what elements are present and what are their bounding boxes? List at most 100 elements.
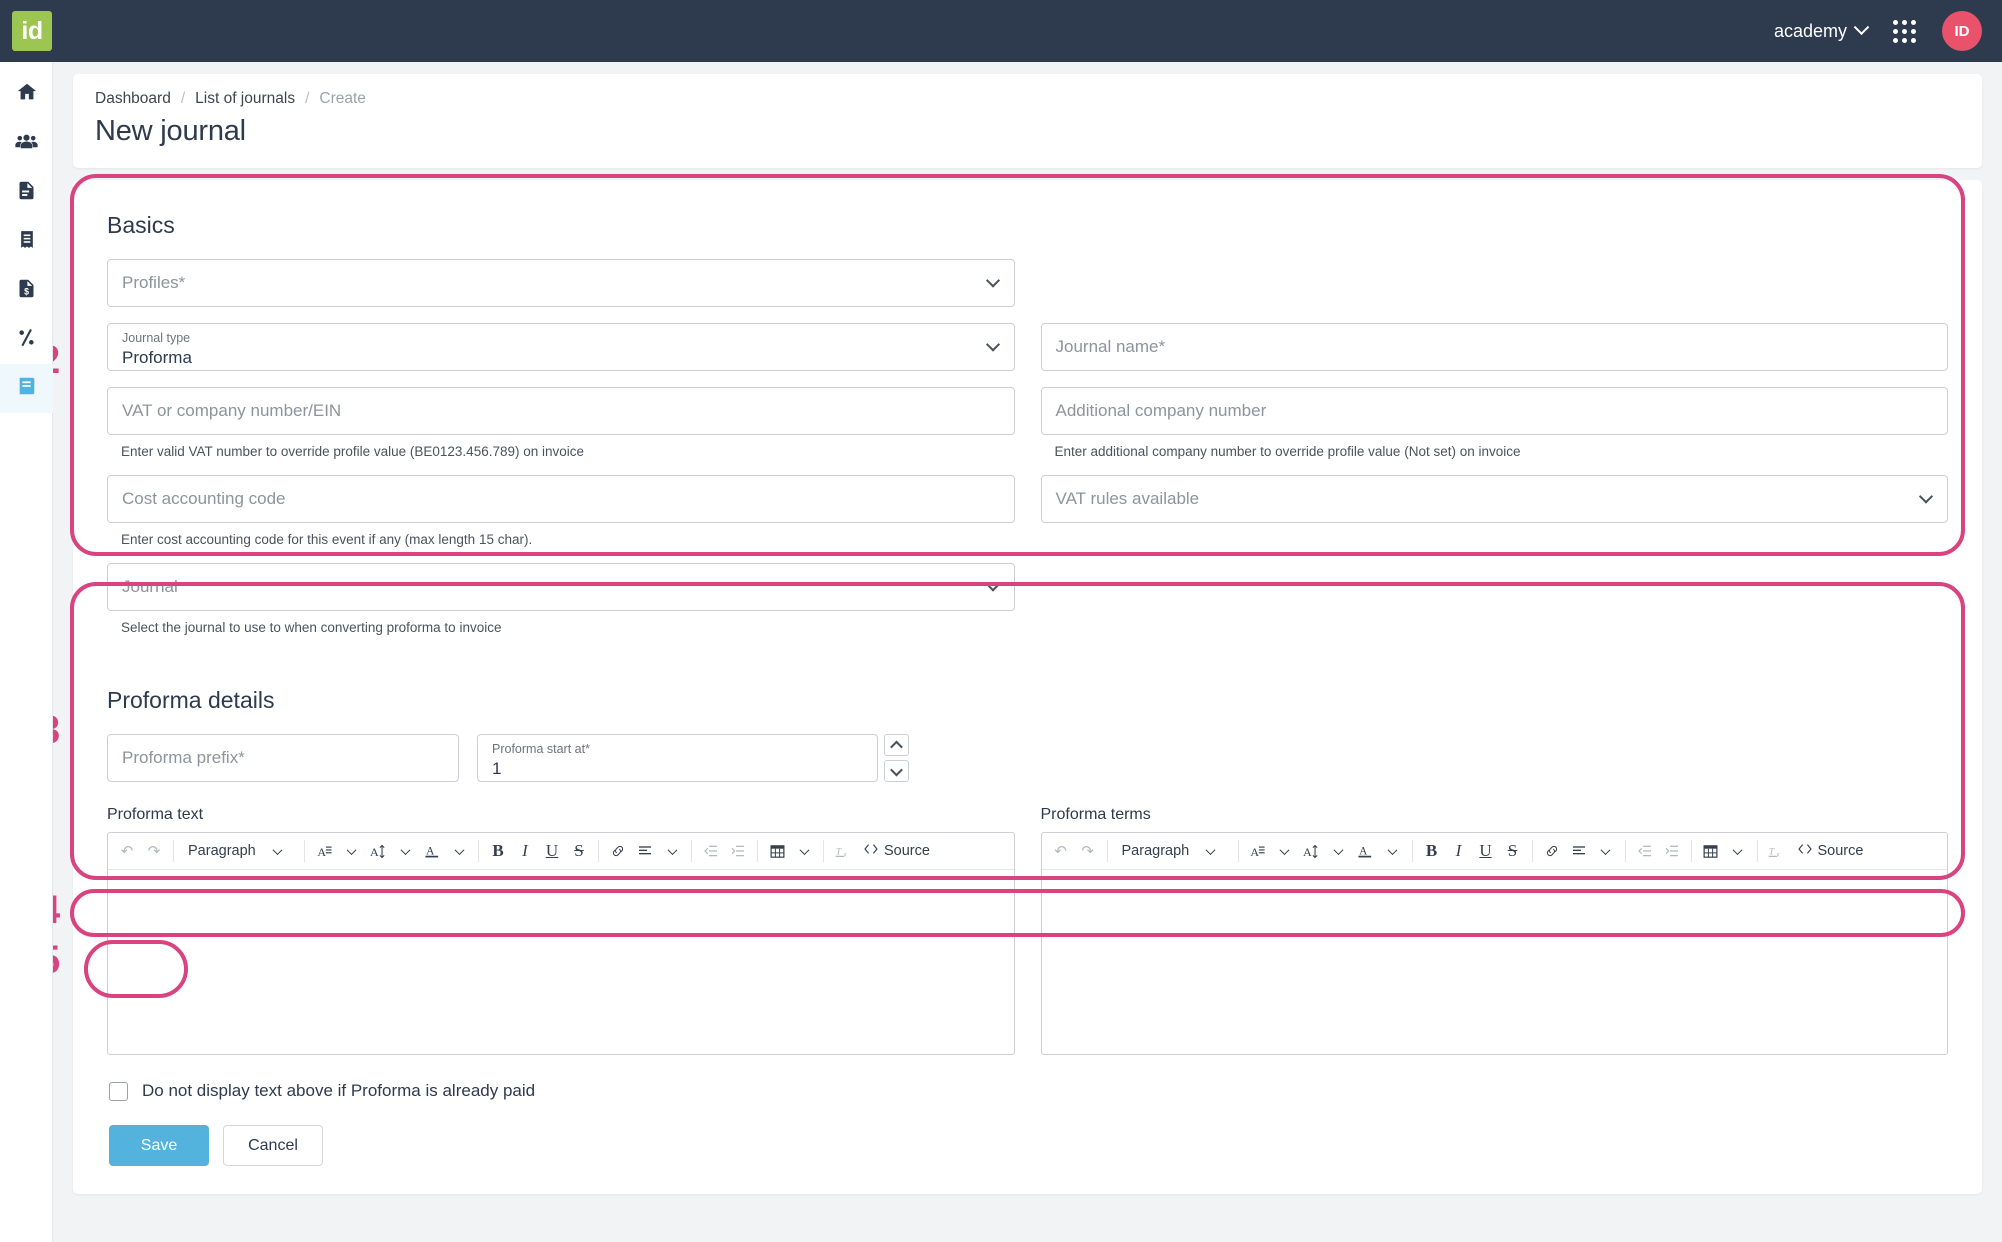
font-family-icon[interactable]: A xyxy=(311,837,337,865)
table-icon[interactable] xyxy=(764,837,790,865)
proforma-prefix-col: Proforma prefix* Proforma start at* 1 xyxy=(107,734,1015,782)
proforma-prefix-wrap: Proforma prefix* xyxy=(107,734,459,782)
journal-name-input[interactable]: Journal name* xyxy=(1041,323,1949,371)
sidebar-item-taxes[interactable] xyxy=(0,315,53,364)
font-size-icon[interactable]: A xyxy=(1299,837,1325,865)
chevron-down-icon xyxy=(985,337,999,351)
invoice-dollar-icon: $ xyxy=(16,278,37,304)
sidebar-item-home[interactable] xyxy=(0,70,53,119)
paragraph-style-dropdown[interactable]: Paragraph xyxy=(180,843,298,859)
chevron-down-icon[interactable] xyxy=(659,837,685,865)
source-button[interactable]: Source xyxy=(857,841,936,861)
proforma-prefix-input[interactable]: Proforma prefix* xyxy=(107,734,459,782)
journal-select[interactable]: Journal xyxy=(107,563,1015,611)
proforma-text-editor[interactable]: ↶ ↷ Paragraph A xyxy=(107,832,1015,1055)
breadcrumb-list-of-journals[interactable]: List of journals xyxy=(195,90,295,108)
source-label: Source xyxy=(884,843,930,859)
proforma-start-at-input[interactable]: Proforma start at* 1 xyxy=(477,734,878,782)
cost-code-placeholder: Cost accounting code xyxy=(122,489,286,509)
proforma-terms-editor[interactable]: ↶ ↷ Paragraph A xyxy=(1041,832,1949,1055)
profiles-select[interactable]: Profiles* xyxy=(107,259,1015,307)
proforma-terms-toolbar: ↶ ↷ Paragraph A xyxy=(1042,833,1948,870)
journal-name-placeholder: Journal name* xyxy=(1056,337,1166,357)
indent-icon[interactable] xyxy=(725,837,751,865)
font-family-icon[interactable]: A xyxy=(1245,837,1271,865)
italic-icon[interactable]: I xyxy=(1446,837,1472,865)
form-actions: Save Cancel xyxy=(91,1115,1964,1168)
link-icon[interactable] xyxy=(605,837,631,865)
paragraph-style-dropdown[interactable]: Paragraph xyxy=(1114,843,1232,859)
align-icon[interactable] xyxy=(1566,837,1592,865)
proforma-details-title: Proforma details xyxy=(107,687,1948,714)
font-color-icon[interactable]: A xyxy=(1353,837,1379,865)
sidebar-item-documents[interactable] xyxy=(0,168,53,217)
chevron-down-icon[interactable] xyxy=(1725,837,1751,865)
sidebar-item-invoices[interactable]: $ xyxy=(0,266,53,315)
proforma-text-body[interactable] xyxy=(108,870,1014,1054)
outdent-icon[interactable] xyxy=(1632,837,1658,865)
vat-rules-col: VAT rules available xyxy=(1041,475,1949,547)
home-icon xyxy=(16,81,38,108)
paragraph-style-label: Paragraph xyxy=(1122,843,1190,859)
additional-company-input[interactable]: Additional company number xyxy=(1041,387,1949,435)
remove-format-icon[interactable]: Tx xyxy=(830,837,856,865)
outdent-icon[interactable] xyxy=(698,837,724,865)
vat-number-input[interactable]: VAT or company number/EIN xyxy=(107,387,1015,435)
redo-icon[interactable]: ↷ xyxy=(141,837,167,865)
save-button[interactable]: Save xyxy=(109,1125,209,1166)
link-icon[interactable] xyxy=(1539,837,1565,865)
svg-text:A: A xyxy=(1250,844,1259,858)
apps-grid-icon[interactable] xyxy=(1893,20,1916,43)
remove-format-icon[interactable]: Tx xyxy=(1764,837,1790,865)
app-logo[interactable]: id xyxy=(12,11,52,51)
breadcrumb-separator: / xyxy=(181,90,185,108)
cost-accounting-code-input[interactable]: Cost accounting code xyxy=(107,475,1015,523)
strikethrough-icon[interactable]: S xyxy=(566,837,592,865)
table-icon[interactable] xyxy=(1698,837,1724,865)
breadcrumb-dashboard[interactable]: Dashboard xyxy=(95,90,171,108)
additional-company-helper: Enter additional company number to overr… xyxy=(1055,444,1949,459)
breadcrumb: Dashboard / List of journals / Create xyxy=(95,90,1960,108)
sidebar-item-orders[interactable] xyxy=(0,217,53,266)
align-icon[interactable] xyxy=(632,837,658,865)
chevron-down-icon[interactable] xyxy=(446,837,472,865)
vat-rules-select[interactable]: VAT rules available xyxy=(1041,475,1949,523)
cancel-button[interactable]: Cancel xyxy=(223,1125,323,1166)
sidebar-item-journals[interactable] xyxy=(0,364,53,413)
chevron-down-icon[interactable] xyxy=(791,837,817,865)
chevron-down-icon xyxy=(1854,19,1870,35)
sidebar-item-contacts[interactable] xyxy=(0,119,53,168)
font-size-icon[interactable]: A xyxy=(365,837,391,865)
proforma-terms-body[interactable] xyxy=(1042,870,1948,1054)
italic-icon[interactable]: I xyxy=(512,837,538,865)
page-content: Dashboard / List of journals / Create Ne… xyxy=(53,62,2002,1242)
font-color-icon[interactable]: A xyxy=(419,837,445,865)
source-button[interactable]: Source xyxy=(1791,841,1870,861)
hide-text-if-paid-checkbox[interactable] xyxy=(109,1082,128,1101)
strikethrough-icon[interactable]: S xyxy=(1500,837,1526,865)
undo-icon[interactable]: ↶ xyxy=(1048,837,1074,865)
tenant-switcher[interactable]: academy xyxy=(1774,21,1867,42)
redo-icon[interactable]: ↷ xyxy=(1075,837,1101,865)
underline-icon[interactable]: U xyxy=(539,837,565,865)
underline-icon[interactable]: U xyxy=(1473,837,1499,865)
journal-placeholder: Journal xyxy=(122,577,178,597)
stepper-increment-button[interactable] xyxy=(884,734,909,756)
avatar[interactable]: ID xyxy=(1942,11,1982,51)
indent-icon[interactable] xyxy=(1659,837,1685,865)
chevron-down-icon[interactable] xyxy=(392,837,418,865)
bold-icon[interactable]: B xyxy=(1419,837,1445,865)
bold-icon[interactable]: B xyxy=(485,837,511,865)
basics-row-type-name: Journal type Proforma Journal name* xyxy=(107,323,1948,371)
stepper-decrement-button[interactable] xyxy=(884,760,909,782)
receipt-icon xyxy=(17,229,37,255)
chevron-down-icon[interactable] xyxy=(1593,837,1619,865)
undo-icon[interactable]: ↶ xyxy=(114,837,140,865)
journal-type-select[interactable]: Journal type Proforma xyxy=(107,323,1015,371)
chevron-down-icon[interactable] xyxy=(1326,837,1352,865)
chevron-down-icon[interactable] xyxy=(1380,837,1406,865)
chevron-down-icon[interactable] xyxy=(338,837,364,865)
hide-text-if-paid-row[interactable]: Do not display text above if Proforma is… xyxy=(91,1067,1964,1115)
chevron-down-icon[interactable] xyxy=(1272,837,1298,865)
journal-type-label: Journal type xyxy=(122,331,190,346)
